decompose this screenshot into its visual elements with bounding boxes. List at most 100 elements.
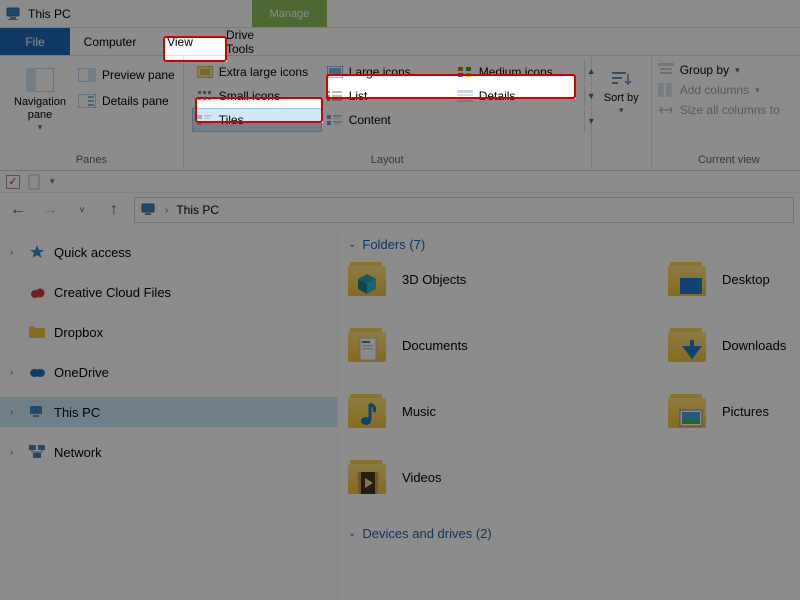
folder-icon [668,326,706,364]
layout-group-label: Layout [192,152,583,170]
tree-dropbox[interactable]: Dropbox [0,317,337,347]
ribbon-group-panes: Navigation pane ▾ Preview pane Details p… [0,56,184,170]
folder-pictures[interactable]: Pictures [668,392,800,430]
this-pc-icon [141,202,157,218]
folder-icon [668,392,706,430]
layout-large-label: Large icons [349,65,411,79]
drives-header-label: Devices and drives (2) [362,526,491,541]
folder-label: Videos [402,470,442,485]
content-icon [327,114,343,126]
this-pc-icon [6,6,22,22]
folder-desktop[interactable]: Desktop [668,260,800,298]
tab-drive-tools[interactable]: Drive Tools [210,28,300,55]
folder-icon [668,260,706,298]
chevron-right-icon[interactable]: › [10,407,20,418]
navigation-tree: › Quick access Creative Cloud Files Drop… [0,227,338,600]
add-columns-label: Add columns [680,83,749,97]
layout-small-label: Small icons [219,89,280,103]
folder-icon [28,324,46,340]
ribbon-group-layout: Extra large icons Large icons Medium ico… [184,56,592,170]
tiles-icon [197,114,213,126]
select-toggle-checkbox[interactable]: ✓ [6,175,20,189]
layout-tiles[interactable]: Tiles [192,108,322,132]
tree-label: OneDrive [54,365,109,380]
extra-large-icons-icon [197,66,213,78]
folder-icon [348,458,386,496]
tab-manage[interactable]: Manage [252,0,327,28]
layout-details-label: Details [479,89,516,103]
folder-label: Documents [402,338,468,353]
back-button[interactable]: ← [6,198,30,222]
layout-medium-icons[interactable]: Medium icons [452,60,584,84]
recent-locations-dropdown[interactable]: ˅ [70,198,94,222]
title-bar: This PC [0,0,800,28]
window-title: This PC [28,7,71,21]
layout-content[interactable]: Content [322,108,452,132]
tree-quick-access[interactable]: › Quick access [0,237,337,267]
folder-downloads[interactable]: Downloads [668,326,800,364]
folders-header-label: Folders (7) [362,237,425,252]
folder-label: Downloads [722,338,786,353]
details-pane-button[interactable]: Details pane [78,94,175,108]
network-icon [28,444,46,460]
group-by-button[interactable]: Group by ▾ [658,60,800,80]
details-pane-label: Details pane [102,94,169,108]
layout-small-icons[interactable]: Small icons [192,84,322,108]
drives-section-header[interactable]: ⌄ Devices and drives (2) [346,522,800,549]
folder-3d-objects[interactable]: 3D Objects [348,260,668,298]
layout-extra-large-icons[interactable]: Extra large icons [192,60,322,84]
size-all-columns-label: Size all columns to [680,103,780,117]
tab-strip: File Computer View Drive Tools [0,28,800,56]
forward-button[interactable]: → [38,198,62,222]
quickbar-doc-icon [28,174,42,190]
chevron-right-icon[interactable]: › [10,447,20,458]
quickbar-dropdown[interactable]: ▾ [50,176,55,187]
small-icons-icon [197,90,213,102]
folder-label: Desktop [722,272,770,287]
layout-details[interactable]: Details [452,84,584,108]
details-icon [457,90,473,102]
folder-label: Pictures [722,404,769,419]
layout-extra-large-label: Extra large icons [219,65,308,79]
large-icons-icon [327,66,343,78]
layout-medium-label: Medium icons [479,65,553,79]
tab-view[interactable]: View [150,28,210,55]
ribbon-group-sort: Sort by ▾ [592,56,652,170]
breadcrumb-chevron-icon[interactable]: › [165,205,168,216]
chevron-right-icon[interactable]: › [10,367,20,378]
folder-videos[interactable]: Videos [348,458,668,496]
tree-onedrive[interactable]: › OneDrive [0,357,337,387]
chevron-right-icon[interactable]: › [10,247,20,258]
folder-icon [348,392,386,430]
tab-computer[interactable]: Computer [70,28,150,55]
sort-by-button[interactable]: Sort by ▾ [600,64,643,116]
folder-music[interactable]: Music [348,392,668,430]
layout-tiles-label: Tiles [219,113,244,127]
tab-file[interactable]: File [0,28,70,55]
tree-network[interactable]: › Network [0,437,337,467]
navigation-pane-button[interactable]: Navigation pane ▾ [8,60,72,152]
folder-icon [348,326,386,364]
add-columns-button[interactable]: Add columns ▾ [658,80,800,100]
tree-creative-cloud[interactable]: Creative Cloud Files [0,277,337,307]
medium-icons-icon [457,66,473,78]
quick-access-icon [28,244,46,260]
folders-section-header[interactable]: ⌄ Folders (7) [346,233,800,260]
size-all-columns-button[interactable]: Size all columns to [658,100,800,120]
tree-this-pc[interactable]: › This PC [0,397,337,427]
folder-icon [348,260,386,298]
current-view-group-label: Current view [658,152,800,170]
chevron-down-icon: ⌄ [348,239,356,250]
layout-large-icons[interactable]: Large icons [322,60,452,84]
layout-list-label: List [349,89,368,103]
ribbon-group-current-view: Group by ▾ Add columns ▾ Size all column… [652,56,800,170]
creative-cloud-icon [28,284,46,300]
folder-documents[interactable]: Documents [348,326,668,364]
up-button[interactable]: ↑ [102,198,126,222]
layout-list[interactable]: List [322,84,452,108]
tree-label: Quick access [54,245,131,260]
navigation-row: ← → ˅ ↑ › This PC [0,193,800,227]
list-icon [327,90,343,102]
address-bar[interactable]: › This PC [134,197,794,223]
preview-pane-button[interactable]: Preview pane [78,68,175,82]
